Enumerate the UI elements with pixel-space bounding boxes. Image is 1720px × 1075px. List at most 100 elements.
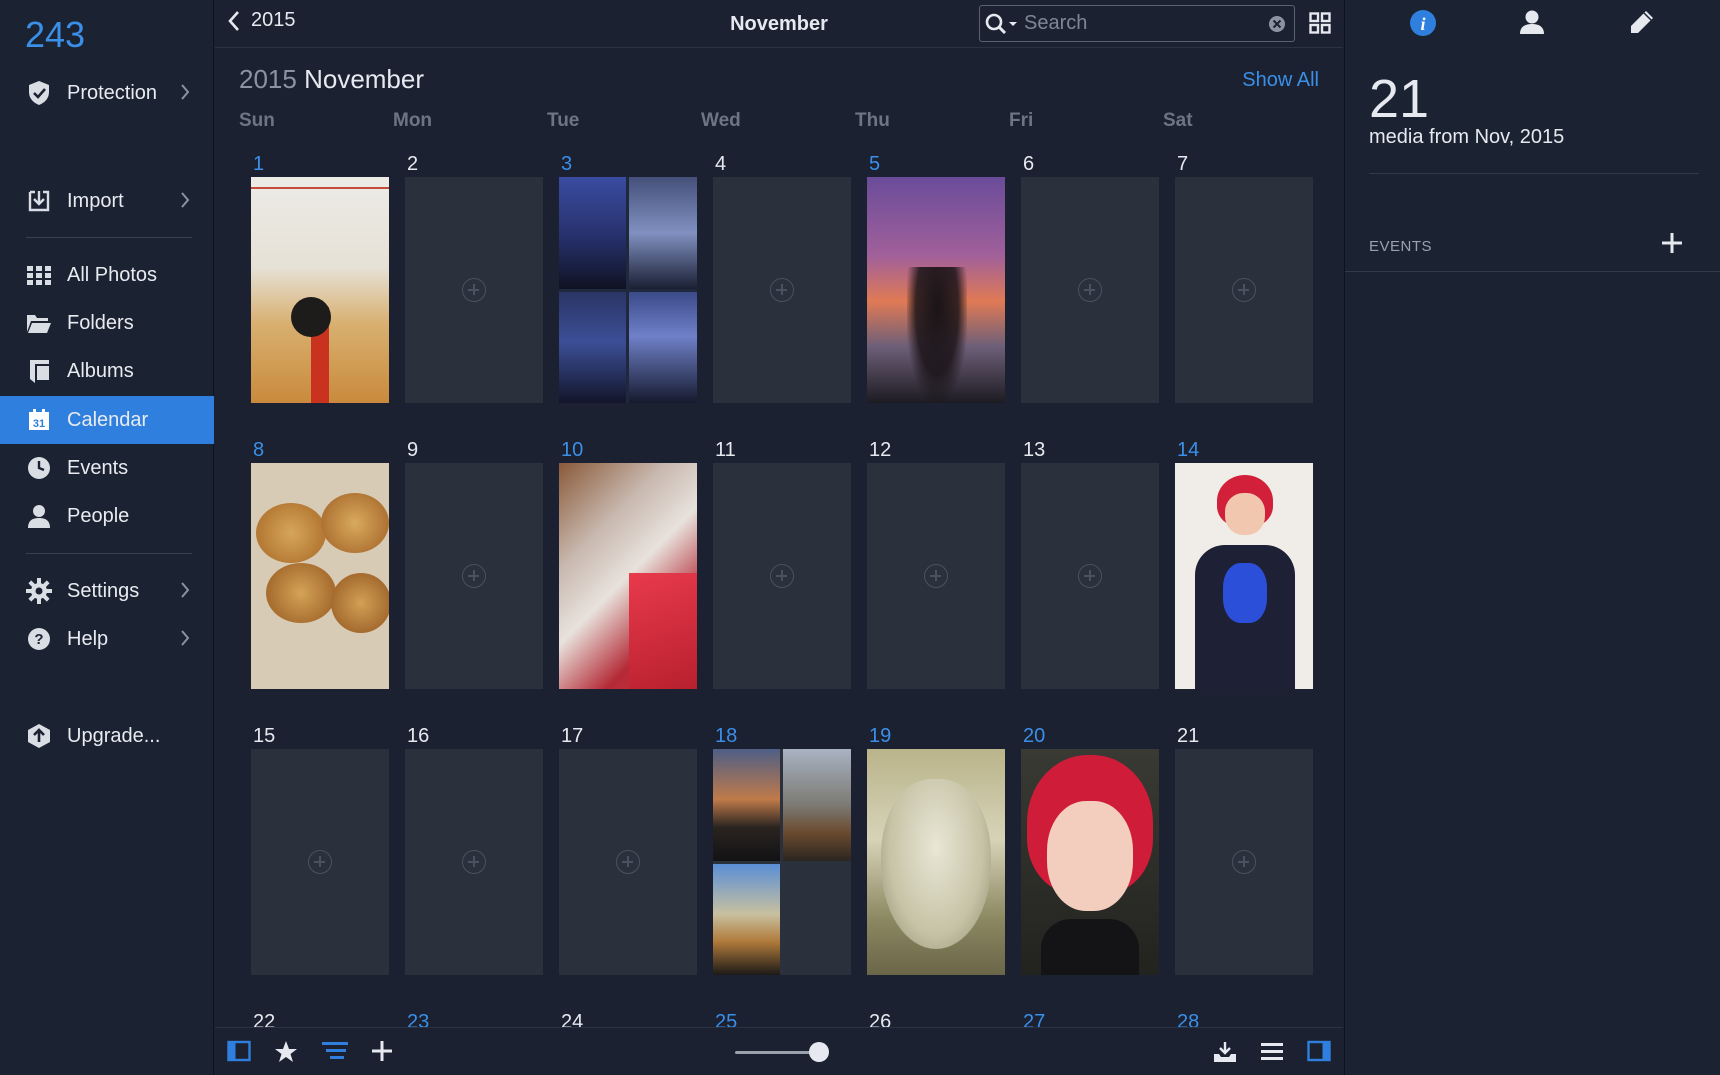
day-number: 7 bbox=[1177, 153, 1189, 175]
sidebar-item-all-photos[interactable]: All Photos bbox=[0, 251, 214, 299]
people-tab-icon[interactable] bbox=[1520, 9, 1544, 40]
sort-icon[interactable] bbox=[322, 1040, 348, 1067]
toggle-info-panel-icon[interactable] bbox=[1307, 1040, 1331, 1067]
sidebar-item-import[interactable]: Import bbox=[0, 177, 214, 225]
add-circle-icon bbox=[462, 850, 486, 874]
back-button[interactable]: 2015 bbox=[227, 9, 296, 32]
day-number: 13 bbox=[1023, 439, 1046, 461]
search-input[interactable] bbox=[1024, 12, 1250, 35]
empty-day-tile[interactable] bbox=[1175, 749, 1313, 975]
toggle-sidebar-icon[interactable] bbox=[227, 1040, 251, 1067]
edit-tab-icon[interactable] bbox=[1629, 9, 1655, 40]
svg-text:i: i bbox=[1420, 14, 1425, 34]
person-icon bbox=[26, 503, 52, 529]
sidebar-item-label: Import bbox=[67, 189, 124, 212]
empty-day-tile[interactable] bbox=[1021, 177, 1159, 403]
day-number: 5 bbox=[869, 153, 881, 175]
empty-day-tile[interactable] bbox=[405, 177, 543, 403]
list-icon[interactable] bbox=[1260, 1040, 1284, 1067]
upgrade-icon bbox=[26, 723, 52, 749]
media-from-text: media from Nov, 2015 bbox=[1369, 126, 1565, 148]
zoom-slider-knob[interactable] bbox=[809, 1042, 829, 1062]
empty-day-tile[interactable] bbox=[405, 463, 543, 689]
info-tab-icon[interactable]: i bbox=[1409, 9, 1437, 42]
grid-view-icon[interactable] bbox=[1309, 12, 1331, 39]
day-number: 17 bbox=[561, 725, 584, 747]
show-all-link[interactable]: Show All bbox=[1242, 69, 1319, 92]
day-number: 9 bbox=[407, 439, 419, 461]
chevron-right-icon bbox=[180, 629, 190, 653]
divider bbox=[26, 237, 192, 238]
sidebar-item-settings[interactable]: Settings bbox=[0, 567, 214, 615]
divider bbox=[26, 553, 192, 554]
sidebar-item-events[interactable]: Events bbox=[0, 444, 214, 492]
events-section-label: EVENTS bbox=[1369, 238, 1433, 255]
empty-day-tile[interactable] bbox=[251, 749, 389, 975]
day-photo-tile[interactable] bbox=[251, 463, 389, 689]
day-number: 11 bbox=[715, 439, 736, 461]
empty-day-tile[interactable] bbox=[405, 749, 543, 975]
day-photo-tile[interactable] bbox=[1175, 463, 1313, 689]
sidebar-item-upgrade[interactable]: Upgrade... bbox=[0, 712, 214, 760]
sidebar-item-folders[interactable]: Folders bbox=[0, 299, 214, 347]
day-number: 4 bbox=[715, 153, 727, 175]
empty-day-tile[interactable] bbox=[713, 177, 851, 403]
weekday-label: Fri bbox=[1009, 110, 1034, 131]
calendar-icon: 31 bbox=[26, 407, 52, 433]
day-photo-tile[interactable] bbox=[251, 177, 389, 403]
weekday-label: Wed bbox=[701, 110, 741, 131]
day-number: 15 bbox=[253, 725, 276, 747]
sidebar-item-albums[interactable]: Albums bbox=[0, 347, 214, 395]
day-photo-tile[interactable] bbox=[1021, 749, 1159, 975]
add-circle-icon bbox=[1078, 564, 1102, 588]
sidebar-item-calendar[interactable]: 31 Calendar bbox=[0, 396, 214, 444]
chevron-left-icon bbox=[228, 10, 239, 31]
star-icon[interactable] bbox=[274, 1040, 298, 1069]
day-number: 3 bbox=[561, 153, 573, 175]
empty-day-tile[interactable] bbox=[867, 463, 1005, 689]
day-number: 1 bbox=[253, 153, 265, 175]
help-icon: ? bbox=[26, 626, 52, 652]
day-number: 14 bbox=[1177, 439, 1200, 461]
empty-day-tile[interactable] bbox=[1021, 463, 1159, 689]
svg-text:?: ? bbox=[34, 631, 43, 648]
sidebar-item-label: Calendar bbox=[67, 408, 149, 431]
day-photo-tile[interactable] bbox=[867, 177, 1005, 403]
download-tray-icon[interactable] bbox=[1213, 1040, 1237, 1069]
add-circle-icon bbox=[770, 278, 794, 302]
back-label: 2015 bbox=[251, 9, 296, 31]
day-number: 12 bbox=[869, 439, 892, 461]
add-event-icon[interactable] bbox=[1661, 232, 1683, 259]
sidebar-item-label: Albums bbox=[67, 359, 134, 382]
add-icon[interactable] bbox=[371, 1040, 393, 1067]
add-circle-icon bbox=[616, 850, 640, 874]
chevron-right-icon bbox=[180, 83, 190, 107]
sidebar-item-label: Events bbox=[67, 456, 129, 479]
month-heading: 2015 November bbox=[239, 64, 424, 95]
zoom-slider-track[interactable] bbox=[735, 1051, 817, 1054]
media-count: 21 bbox=[1369, 69, 1430, 129]
chevron-right-icon bbox=[180, 581, 190, 605]
calendar-view: 2015 November 2015 November Show All Sun… bbox=[215, 0, 1343, 1075]
divider bbox=[1345, 271, 1720, 272]
sidebar-item-label: Upgrade... bbox=[67, 724, 161, 747]
day-photo-tile[interactable] bbox=[559, 177, 697, 403]
day-photo-tile[interactable] bbox=[559, 463, 697, 689]
empty-day-tile[interactable] bbox=[713, 463, 851, 689]
month-heading-month: November bbox=[304, 64, 425, 94]
weekday-label: Tue bbox=[547, 110, 580, 131]
empty-day-tile[interactable] bbox=[559, 749, 697, 975]
sidebar-item-help[interactable]: ? Help bbox=[0, 615, 214, 663]
search-icon[interactable] bbox=[980, 6, 1024, 41]
sidebar-item-people[interactable]: People bbox=[0, 492, 214, 540]
day-photo-tile[interactable] bbox=[867, 749, 1005, 975]
empty-day-tile[interactable] bbox=[1175, 177, 1313, 403]
folder-icon bbox=[26, 310, 52, 336]
toolbar: 2015 November bbox=[215, 0, 1343, 48]
sidebar-item-protection[interactable]: Protection bbox=[0, 69, 214, 117]
clock-icon bbox=[26, 455, 52, 481]
clear-search-icon[interactable] bbox=[1268, 15, 1286, 38]
day-photo-tile[interactable] bbox=[713, 749, 851, 975]
day-number: 2 bbox=[407, 153, 419, 175]
sidebar-item-label: All Photos bbox=[67, 263, 158, 286]
